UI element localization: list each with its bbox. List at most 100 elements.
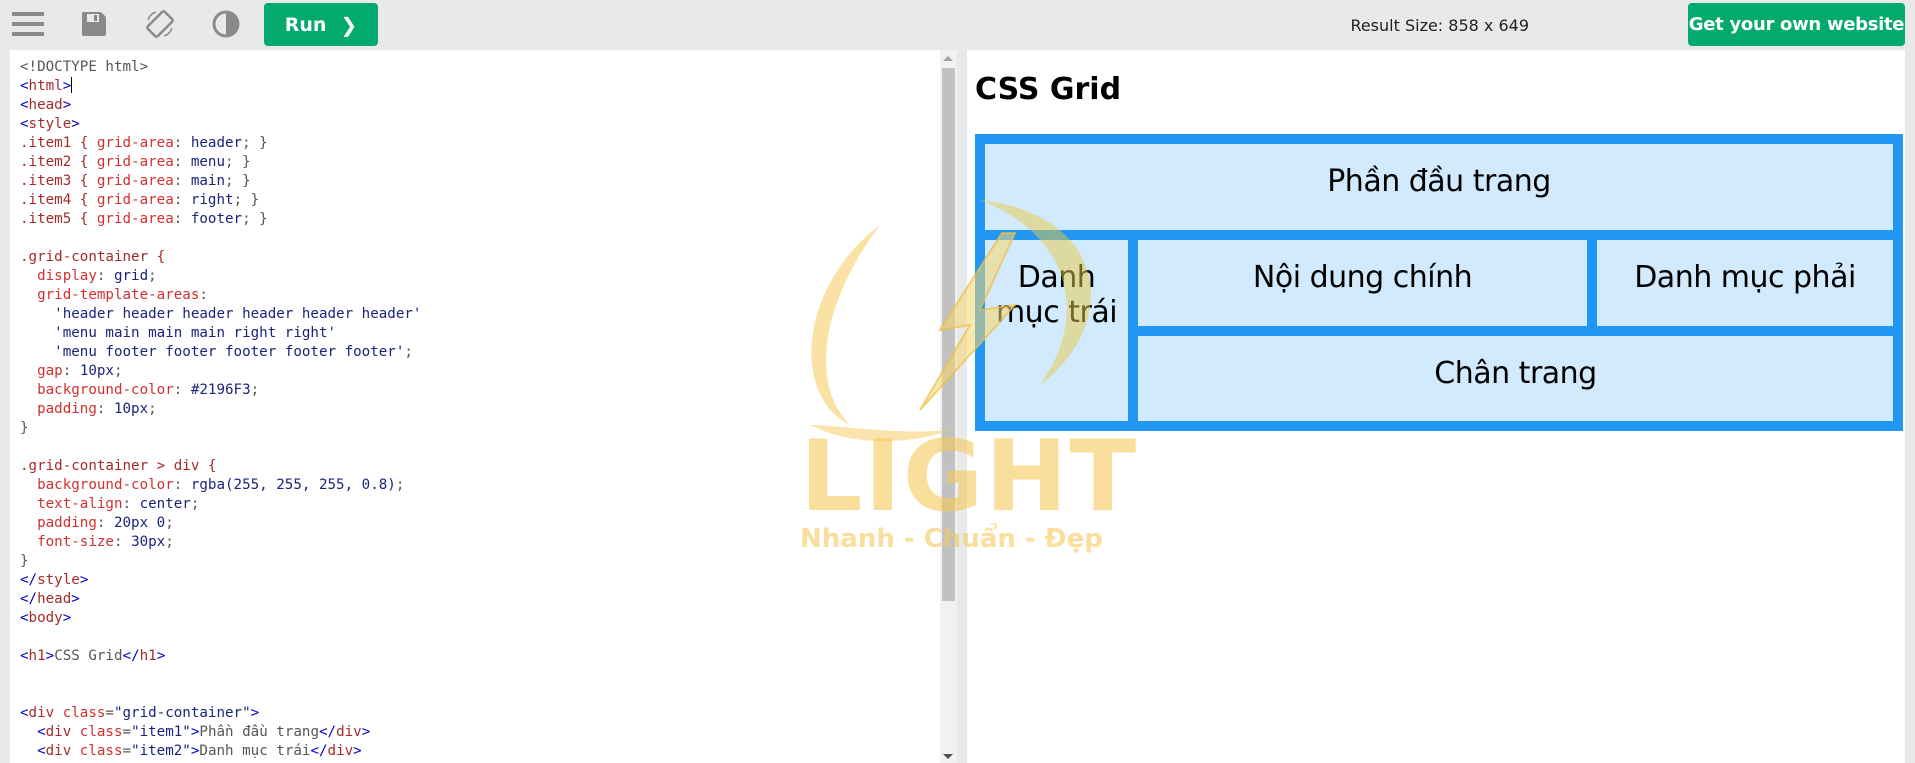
code-line[interactable]: 'header header header header header head… (20, 305, 421, 324)
menu-icon[interactable] (12, 8, 44, 40)
code-token: < (20, 705, 29, 721)
code-token: class (71, 743, 123, 759)
code-line[interactable] (20, 628, 421, 647)
code-token: footer (190, 211, 243, 227)
code-token: style (28, 116, 72, 132)
code-line[interactable]: <div class="grid-container"> (20, 704, 421, 723)
code-line[interactable]: display: grid; (20, 267, 421, 286)
code-token: .item3 { (20, 173, 97, 189)
code-line[interactable]: padding: 20px 0; (20, 514, 421, 533)
code-token: 20px 0 (113, 515, 166, 531)
code-token: text-align (20, 496, 123, 512)
grid-item-footer: Chân trang (1138, 336, 1893, 421)
code-line[interactable]: .item5 { grid-area: footer; } (20, 210, 421, 229)
code-token: </ (20, 591, 38, 607)
code-token: 'menu main main main right right' (20, 325, 337, 341)
code-content[interactable]: <!DOCTYPE html> <html> <head> <style> .item1… (20, 58, 421, 761)
code-token: > (353, 743, 362, 759)
code-token: Danh mục trái (199, 743, 311, 759)
code-line[interactable]: background-color: #2196F3; (20, 381, 421, 400)
code-line[interactable]: .grid-container > div { (20, 457, 421, 476)
code-token: : (96, 515, 114, 531)
code-line[interactable]: </head> (20, 590, 421, 609)
code-line[interactable]: 'menu footer footer footer footer footer… (20, 343, 421, 362)
code-token: div (327, 743, 354, 759)
code-token: < (20, 648, 29, 664)
code-editor-scrollbar[interactable] (940, 50, 957, 763)
code-token: > (62, 78, 72, 94)
code-line[interactable]: } (20, 552, 421, 571)
code-line[interactable]: .item1 { grid-area: header; } (20, 134, 421, 153)
code-token: head (28, 97, 63, 113)
code-line[interactable]: <h1>CSS Grid</h1> (20, 647, 421, 666)
code-token: : (173, 211, 191, 227)
scrollbar-thumb[interactable] (942, 68, 955, 601)
code-line[interactable]: gap: 10px; (20, 362, 421, 381)
code-token: : (173, 135, 191, 151)
code-token: > (156, 648, 166, 664)
scroll-down-arrow-icon[interactable] (943, 754, 953, 759)
code-token: </ (319, 724, 337, 740)
code-token: html (28, 78, 63, 94)
code-editor[interactable]: <!DOCTYPE html> <html> <head> <style> .item1… (10, 50, 955, 763)
save-icon[interactable] (78, 8, 110, 40)
code-token: menu (190, 154, 226, 170)
code-line[interactable]: .item3 { grid-area: main; } (20, 172, 421, 191)
code-line[interactable]: .grid-container { (20, 248, 421, 267)
code-line[interactable]: <head> (20, 96, 421, 115)
code-line[interactable]: 'menu main main main right right' (20, 324, 421, 343)
code-token: class (71, 724, 123, 740)
code-token: grid-area (96, 173, 174, 189)
code-token: 30px (131, 534, 166, 550)
code-line[interactable] (20, 666, 421, 685)
code-line[interactable]: <style> (20, 115, 421, 134)
code-token: > (45, 648, 55, 664)
panel-divider[interactable] (957, 50, 967, 763)
code-token: : (173, 173, 191, 189)
code-token: ; } (242, 211, 268, 227)
code-line[interactable]: text-align: center; (20, 495, 421, 514)
code-token: > (71, 591, 80, 607)
code-token: : (122, 496, 140, 512)
get-own-website-button[interactable]: Get your own website (1688, 3, 1905, 46)
code-token: .item1 { (20, 135, 97, 151)
grid-container: Phần đầu trang Danh mục trái Nội dung ch… (975, 134, 1903, 431)
code-line[interactable]: <!DOCTYPE html> (20, 58, 421, 77)
code-token: rgba(255, 255, 255, 0.8) (190, 477, 396, 493)
toolbar: Run ❯ Result Size: 858 x 649 Get your ow… (0, 0, 1915, 48)
scroll-up-arrow-icon[interactable] (943, 56, 953, 61)
code-line[interactable]: .item2 { grid-area: menu; } (20, 153, 421, 172)
code-line[interactable]: <div class="item2">Danh mục trái</div> (20, 742, 421, 761)
code-line[interactable]: </style> (20, 571, 421, 590)
theme-contrast-icon[interactable] (210, 8, 242, 40)
code-line[interactable] (20, 685, 421, 704)
code-token: center (139, 496, 191, 512)
code-line[interactable]: font-size: 30px; (20, 533, 421, 552)
code-token: grid-area (96, 192, 174, 208)
run-button[interactable]: Run ❯ (264, 3, 378, 46)
code-token: > (361, 724, 371, 740)
code-line[interactable] (20, 438, 421, 457)
code-line[interactable] (20, 229, 421, 248)
result-panel-edge (1905, 50, 1915, 763)
code-line[interactable]: .item4 { grid-area: right; } (20, 191, 421, 210)
code-line[interactable]: <div class="item1">Phần đầu trang</div> (20, 723, 421, 742)
run-label: Run (284, 13, 327, 36)
code-line[interactable]: grid-template-areas: (20, 286, 421, 305)
grid-item-header: Phần đầu trang (985, 144, 1893, 230)
code-token: : (173, 154, 191, 170)
code-line[interactable]: } (20, 419, 421, 438)
code-token: .grid-container { (20, 249, 166, 265)
rotate-icon[interactable] (144, 8, 176, 40)
code-line[interactable]: background-color: rgba(255, 255, 255, 0.… (20, 476, 421, 495)
code-line[interactable]: <html> (20, 77, 421, 96)
code-token: ; (113, 363, 123, 379)
code-token: : (173, 192, 191, 208)
code-token: background-color (20, 477, 174, 493)
code-token: > (71, 116, 80, 132)
code-token: : (199, 287, 208, 303)
code-token: = (122, 724, 132, 740)
code-line[interactable]: padding: 10px; (20, 400, 421, 419)
code-token: > (62, 97, 72, 113)
code-line[interactable]: <body> (20, 609, 421, 628)
